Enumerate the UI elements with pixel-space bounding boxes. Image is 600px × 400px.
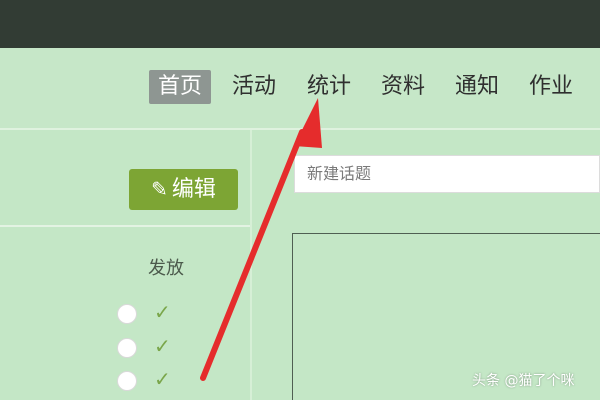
nav-activity[interactable]: 活动	[226, 70, 282, 104]
table-row: ✓	[117, 300, 187, 326]
app-top-bar	[0, 0, 600, 48]
nav-materials[interactable]: 资料	[375, 70, 431, 104]
row-radio[interactable]	[117, 338, 137, 358]
nav-homework[interactable]: 作业	[523, 70, 579, 104]
check-icon: ✓	[154, 334, 171, 358]
nav-home[interactable]: 首页	[149, 70, 211, 104]
table-row: ✓	[117, 367, 187, 393]
nav-statistics[interactable]: 统计	[301, 70, 357, 104]
row-radio[interactable]	[117, 304, 137, 324]
left-panel-divider	[0, 225, 250, 227]
row-radio[interactable]	[117, 371, 137, 391]
column-header-distribute: 发放	[148, 258, 184, 279]
watermark: 头条 @猫了个咪	[472, 373, 575, 389]
edit-button[interactable]: ✎ 编辑	[129, 169, 238, 210]
main-nav	[0, 48, 600, 128]
table-row: ✓	[117, 334, 187, 360]
new-topic-input[interactable]: 新建话题	[294, 155, 600, 193]
check-icon: ✓	[154, 367, 171, 391]
check-icon: ✓	[154, 300, 171, 324]
edit-button-label: 编辑	[171, 177, 216, 202]
pencil-icon: ✎	[151, 177, 168, 201]
nav-notifications[interactable]: 通知	[449, 70, 505, 104]
